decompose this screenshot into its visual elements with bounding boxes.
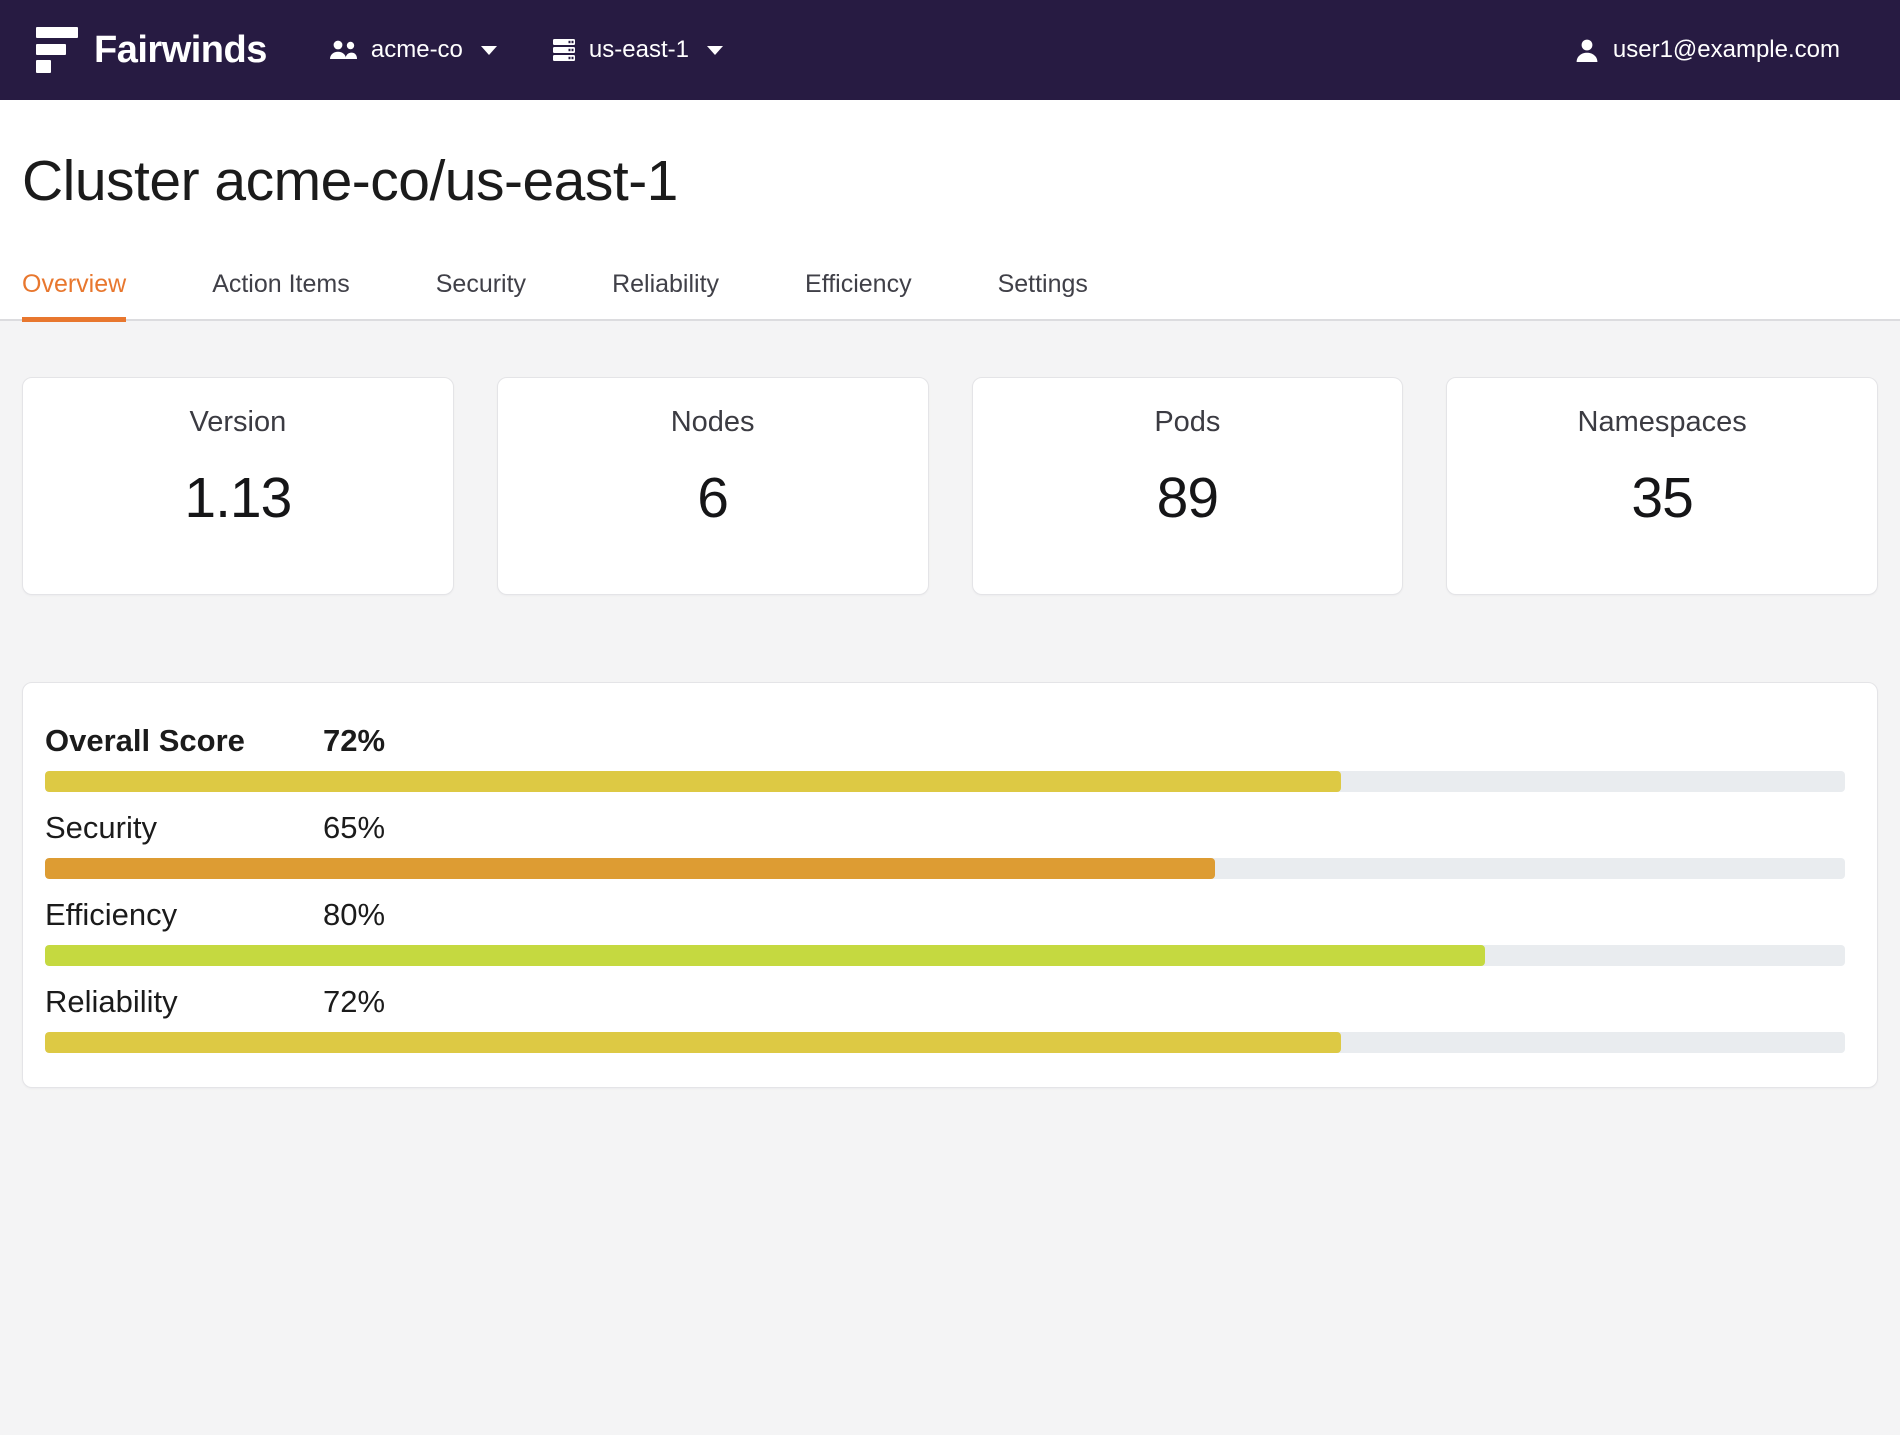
score-row-overall: Overall Score 72% [45, 723, 1845, 792]
user-avatar-icon [1575, 38, 1599, 63]
brand-name: Fairwinds [94, 28, 267, 71]
score-bar-fill [45, 944, 1485, 966]
stat-card-row: Version 1.13 Nodes 6 Pods 89 Namespaces … [22, 321, 1878, 595]
stat-label: Namespaces [1577, 405, 1747, 438]
stat-card-nodes: Nodes 6 [496, 376, 929, 595]
stat-value: 35 [1631, 465, 1693, 530]
score-bar-track [45, 857, 1845, 879]
tab-efficiency[interactable]: Efficiency [805, 260, 912, 322]
stat-value: 89 [1156, 465, 1219, 530]
brand-home-link[interactable]: Fairwinds [36, 27, 267, 73]
score-header: Reliability 72% [45, 984, 1845, 1020]
main-content: Version 1.13 Nodes 6 Pods 89 Namespaces … [0, 321, 1900, 1088]
scores-card: Overall Score 72% Security 65% Efficienc… [22, 681, 1878, 1088]
stat-value: 6 [697, 465, 729, 530]
chevron-down-icon [706, 45, 723, 55]
tab-reliability[interactable]: Reliability [612, 260, 719, 322]
score-row-reliability: Reliability 72% [45, 984, 1845, 1053]
score-percent: 72% [323, 983, 386, 1019]
score-bar-track [45, 1031, 1845, 1053]
cluster-selector[interactable]: us-east-1 [551, 36, 723, 64]
tab-overview[interactable]: Overview [22, 260, 127, 322]
score-header: Efficiency 80% [45, 897, 1845, 933]
page-header: Cluster acme-co/us-east-1 Overview Actio… [0, 100, 1900, 322]
score-bar-track [45, 944, 1845, 966]
score-bar-fill [45, 770, 1341, 792]
server-stack-icon [551, 37, 577, 63]
score-row-efficiency: Efficiency 80% [45, 897, 1845, 966]
score-label: Efficiency [45, 896, 178, 932]
score-header: Security 65% [45, 810, 1845, 846]
page-title: Cluster acme-co/us-east-1 [22, 149, 678, 213]
score-label: Security [45, 809, 157, 845]
stat-card-version: Version 1.13 [22, 376, 454, 595]
tab-security[interactable]: Security [436, 260, 526, 322]
score-bar-fill [45, 1031, 1341, 1053]
tab-bar: Overview Action Items Security Reliabili… [0, 260, 1900, 322]
user-menu[interactable]: user1@example.com [1575, 36, 1854, 64]
org-selector-label: acme-co [370, 36, 463, 63]
score-percent: 65% [323, 809, 386, 845]
stat-label: Pods [1154, 405, 1221, 438]
stat-label: Nodes [670, 405, 755, 438]
score-row-security: Security 65% [45, 810, 1845, 879]
user-menu-label: user1@example.com [1612, 36, 1840, 63]
users-group-icon [329, 39, 359, 61]
chevron-down-icon [480, 45, 497, 55]
stat-card-pods: Pods 89 [971, 376, 1404, 595]
cluster-selector-label: us-east-1 [588, 36, 689, 63]
stat-card-namespaces: Namespaces 35 [1446, 376, 1878, 595]
top-navbar: Fairwinds acme-co us-east-1 user1@exampl… [0, 0, 1900, 100]
score-percent: 72% [323, 722, 386, 758]
tab-action-items[interactable]: Action Items [212, 260, 350, 322]
score-percent: 80% [323, 896, 386, 932]
org-selector[interactable]: acme-co [329, 36, 497, 64]
fairwinds-logo-icon [36, 27, 78, 73]
stat-value: 1.13 [184, 465, 292, 530]
score-header: Overall Score 72% [45, 723, 1845, 759]
stat-label: Version [189, 405, 287, 438]
score-label: Overall Score [45, 722, 245, 758]
tab-settings[interactable]: Settings [998, 260, 1088, 322]
score-bar-fill [45, 857, 1215, 879]
score-label: Reliability [45, 983, 178, 1019]
score-bar-track [45, 770, 1845, 792]
